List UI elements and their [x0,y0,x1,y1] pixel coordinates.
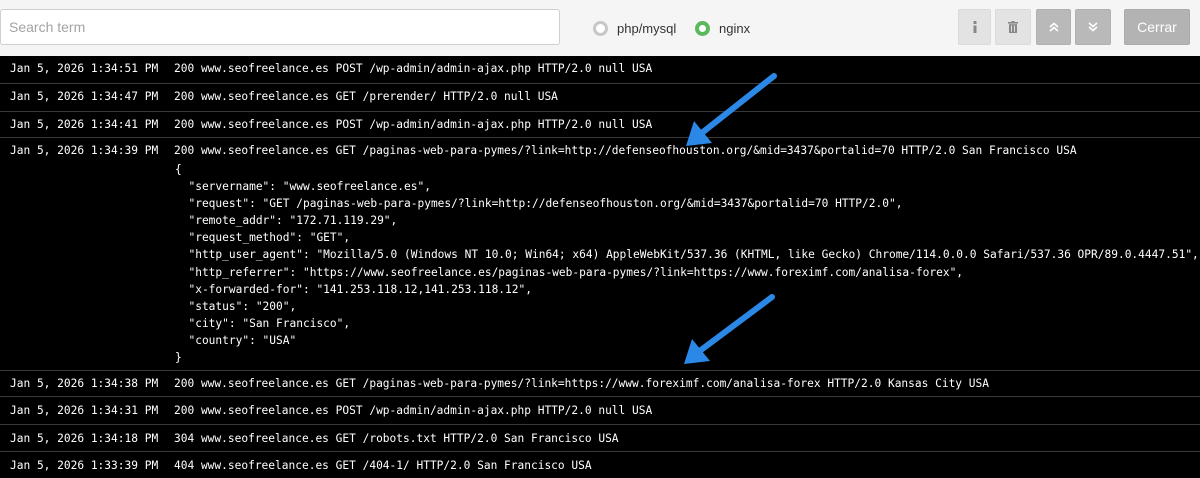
scroll-top-button[interactable] [1036,9,1071,45]
double-chevron-down-icon [1088,22,1098,32]
log-date: Jan 5, 2026 1:33:39 PM [10,459,159,472]
log-date: Jan 5, 2026 1:34:18 PM [10,432,159,445]
log-row[interactable]: Jan 5, 2026 1:34:38 PM 200 www.seofreelan… [0,370,1200,396]
double-chevron-up-icon [1048,22,1059,32]
log-row[interactable]: Jan 5, 2026 1:34:31 PM 200 www.seofreelan… [0,396,1200,424]
log-row[interactable]: Jan 5, 2026 1:34:18 PM 304 www.seofreelan… [0,424,1200,451]
log-entry-details: { "servername": "www.seofreelance.es", "… [175,163,1199,365]
filter-php-mysql-label: php/mysql [617,20,677,36]
log-list: Jan 5, 2026 1:34:51 PM 200 www.seofreelan… [0,56,1200,478]
log-row[interactable]: Jan 5, 2026 1:33:39 PM 404 www.seofreelan… [0,451,1200,478]
log-entry: 200 www.seofreelance.es POST /wp-admin/a… [174,118,653,131]
log-date: Jan 5, 2026 1:34:31 PM [10,404,159,417]
log-entry: 200 www.seofreelance.es POST /wp-admin/a… [174,404,653,417]
log-row[interactable]: Jan 5, 2026 1:34:41 PM 200 www.seofreelan… [0,111,1200,137]
delete-button[interactable] [995,9,1031,45]
info-button[interactable] [958,9,991,45]
log-date: Jan 5, 2026 1:34:47 PM [10,90,159,103]
info-icon [973,21,976,33]
log-entry: 200 www.seofreelance.es GET /paginas-web… [174,377,989,390]
log-entry: 200 www.seofreelance.es GET /prerender/ … [174,90,558,103]
scroll-bottom-button[interactable] [1075,9,1111,45]
filter-php-mysql[interactable]: php/mysql [593,18,676,38]
log-entry: 304 www.seofreelance.es GET /robots.txt … [174,432,619,445]
log-toolbar: php/mysql nginx Cerrar [0,0,1200,56]
radio-php-mysql-icon[interactable] [593,20,608,36]
log-row-expanded[interactable]: Jan 5, 2026 1:34:39 PM 200 www.seofreelan… [0,137,1200,370]
log-entry: 200 www.seofreelance.es POST /wp-admin/a… [174,62,653,75]
log-date: Jan 5, 2026 1:34:39 PM [10,144,159,157]
filter-nginx-label: nginx [719,20,751,36]
log-entry: 404 www.seofreelance.es GET /404-1/ HTTP… [174,459,592,472]
log-date: Jan 5, 2026 1:34:38 PM [10,377,159,390]
close-button[interactable]: Cerrar [1124,9,1190,45]
filter-nginx[interactable]: nginx [695,18,750,38]
log-row[interactable]: Jan 5, 2026 1:34:47 PM 200 www.seofreelan… [0,83,1200,111]
log-date: Jan 5, 2026 1:34:51 PM [10,62,159,75]
search-input[interactable] [0,9,560,45]
log-date: Jan 5, 2026 1:34:41 PM [10,118,159,131]
log-entry: 200 www.seofreelance.es GET /paginas-web… [174,144,1077,157]
trash-icon [1008,21,1018,33]
radio-nginx-icon[interactable] [695,20,710,36]
log-row[interactable]: Jan 5, 2026 1:34:51 PM 200 www.seofreelan… [0,56,1200,83]
